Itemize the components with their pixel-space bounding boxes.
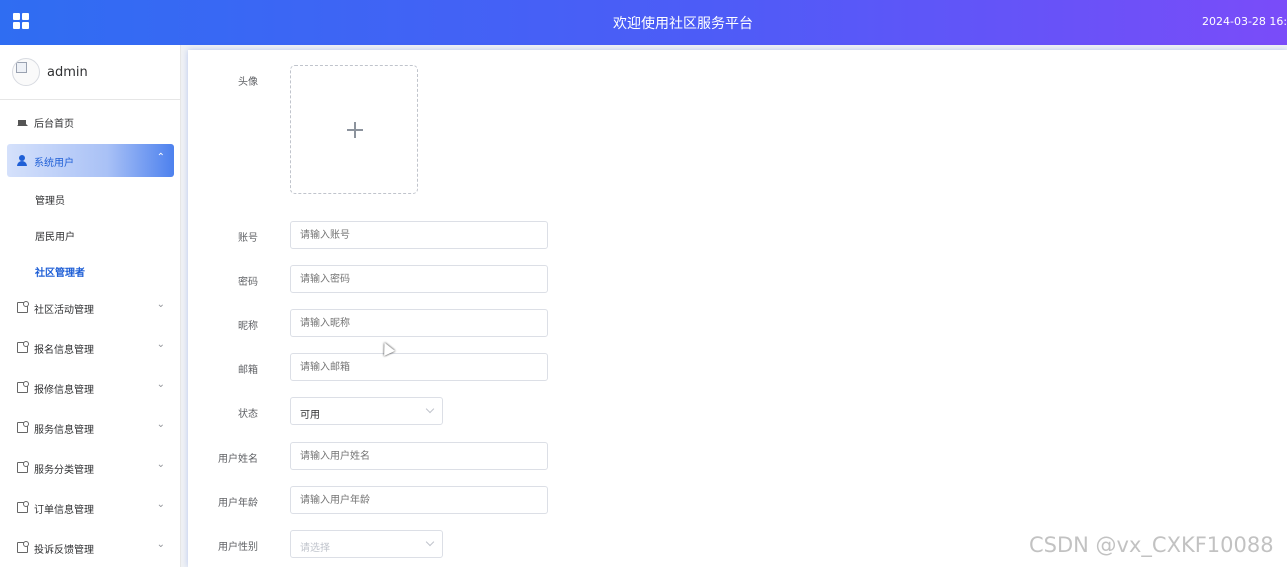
- sidebar-subitem-residents[interactable]: 居民用户: [35, 228, 75, 243]
- chevron-down-icon: ⌄: [156, 499, 165, 510]
- real-name-input[interactable]: [290, 442, 548, 470]
- sidebar-item-label: 服务信息管理: [34, 425, 94, 436]
- user-icon: [17, 155, 28, 166]
- password-label: 密码: [238, 277, 258, 288]
- sidebar-item-system-users[interactable]: 系统用户 ⌃: [7, 144, 174, 177]
- sidebar-item-label: 报名信息管理: [34, 345, 94, 356]
- sidebar-subitem-admins[interactable]: 管理员: [35, 192, 65, 207]
- chevron-down-icon: ⌄: [156, 539, 165, 550]
- chevron-down-icon: [425, 404, 435, 414]
- sidebar-item-label: 后台首页: [34, 119, 74, 130]
- nickname-label: 昵称: [238, 321, 258, 332]
- document-icon: [17, 341, 29, 353]
- avatar-upload[interactable]: [290, 65, 418, 194]
- sidebar-item-label: 订单信息管理: [34, 505, 94, 516]
- document-icon: [17, 541, 29, 553]
- chevron-down-icon: ⌄: [156, 419, 165, 430]
- chevron-up-icon: ⌃: [156, 152, 165, 163]
- gender-placeholder: 请选择: [300, 543, 330, 554]
- sidebar-item-home[interactable]: 后台首页: [7, 105, 174, 138]
- status-select[interactable]: 可用: [290, 397, 443, 425]
- account-input[interactable]: [290, 221, 548, 249]
- nickname-input[interactable]: [290, 309, 548, 337]
- chevron-down-icon: ⌄: [156, 459, 165, 470]
- sidebar-item-label: 服务分类管理: [34, 465, 94, 476]
- sidebar-item-complaints[interactable]: 投诉反馈管理 ⌄: [7, 531, 174, 564]
- sidebar-item-label: 社区活动管理: [34, 305, 94, 316]
- chevron-down-icon: ⌄: [156, 339, 165, 350]
- sidebar-item-label: 系统用户: [34, 158, 74, 169]
- page-title: 欢迎使用社区服务平台: [613, 16, 753, 32]
- status-label: 状态: [238, 409, 258, 420]
- account-label: 账号: [238, 233, 258, 244]
- sidebar-item-activities[interactable]: 社区活动管理 ⌄: [7, 291, 174, 324]
- document-icon: [17, 301, 29, 313]
- sidebar-item-services[interactable]: 服务信息管理 ⌄: [7, 411, 174, 444]
- gender-label: 用户性别: [218, 542, 258, 553]
- home-icon: [17, 115, 28, 126]
- username: admin: [47, 65, 88, 80]
- document-icon: [17, 381, 29, 393]
- avatar-label: 头像: [238, 77, 258, 88]
- sidebar-item-label: 投诉反馈管理: [34, 545, 94, 556]
- plus-icon: [347, 122, 363, 138]
- real-name-label: 用户姓名: [218, 454, 258, 465]
- status-value: 可用: [300, 410, 320, 421]
- top-header: 欢迎使用社区服务平台 2024-03-28 16:26: [0, 0, 1287, 45]
- age-label: 用户年龄: [218, 498, 258, 509]
- document-icon: [17, 501, 29, 513]
- watermark: CSDN @vx_CXKF10088: [1029, 533, 1274, 557]
- sidebar-item-service-categories[interactable]: 服务分类管理 ⌄: [7, 451, 174, 484]
- gender-select[interactable]: 请选择: [290, 530, 443, 558]
- age-input[interactable]: [290, 486, 548, 514]
- password-input[interactable]: [290, 265, 548, 293]
- chevron-down-icon: [425, 537, 435, 547]
- sidebar-item-repairs[interactable]: 报修信息管理 ⌄: [7, 371, 174, 404]
- document-icon: [17, 461, 29, 473]
- avatar: [12, 58, 40, 86]
- user-box: admin: [0, 45, 180, 100]
- document-icon: [17, 421, 29, 433]
- sidebar: admin 后台首页 系统用户 ⌃ 管理员 居民用户 社区管理者 社区活动管理 …: [0, 45, 181, 567]
- email-label: 邮箱: [238, 365, 258, 376]
- sidebar-subitem-community-managers[interactable]: 社区管理者: [35, 264, 85, 279]
- sidebar-item-orders[interactable]: 订单信息管理 ⌄: [7, 491, 174, 524]
- header-datetime: 2024-03-28 16:26: [1202, 15, 1287, 28]
- email-input[interactable]: [290, 353, 548, 381]
- sidebar-item-label: 报修信息管理: [34, 385, 94, 396]
- sidebar-item-registrations[interactable]: 报名信息管理 ⌄: [7, 331, 174, 364]
- chevron-down-icon: ⌄: [156, 299, 165, 310]
- chevron-down-icon: ⌄: [156, 379, 165, 390]
